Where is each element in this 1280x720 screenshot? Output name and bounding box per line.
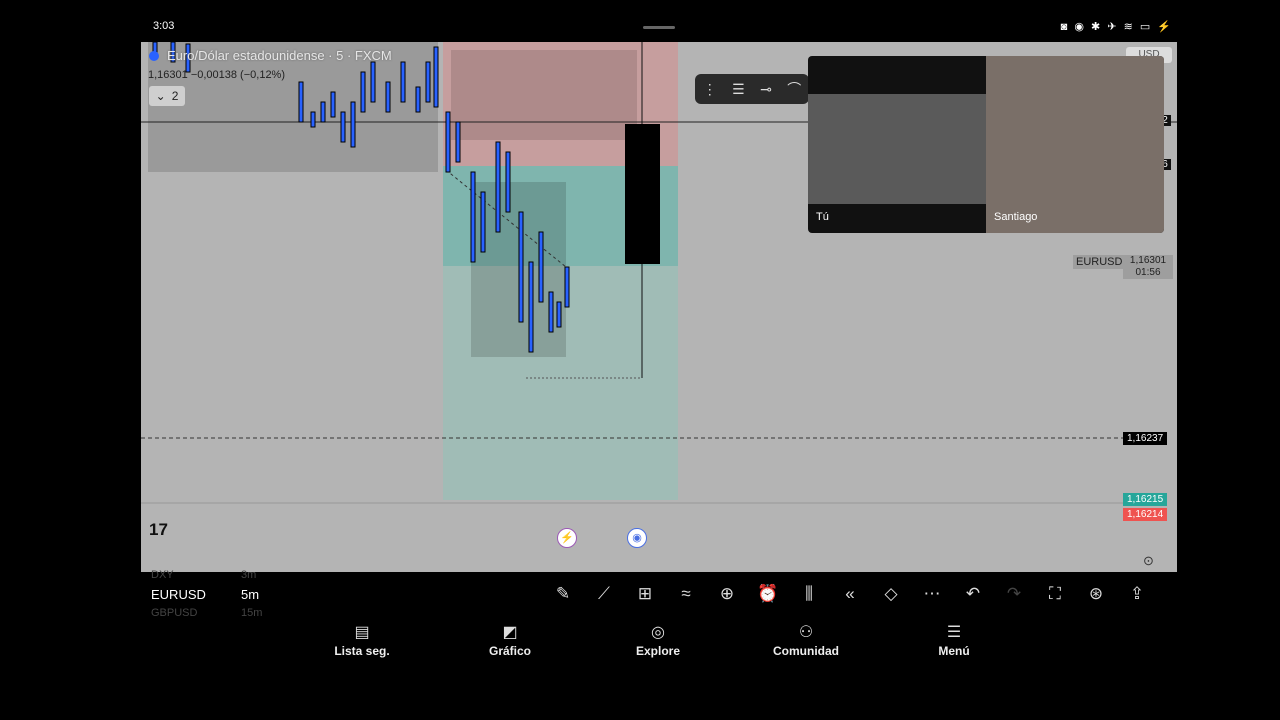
timeframe-next[interactable]: 15m	[241, 607, 262, 619]
candle	[518, 211, 524, 323]
ticker-selector[interactable]: EURUSD	[151, 587, 206, 602]
indicators-toggle[interactable]: ⌄ 2	[149, 86, 185, 106]
candle	[505, 151, 511, 213]
candle	[298, 81, 304, 123]
ticker-prev[interactable]: DXY	[151, 569, 174, 581]
settings-lines-icon[interactable]: ☰	[732, 81, 745, 98]
candle	[350, 101, 356, 148]
candle	[548, 291, 554, 333]
drawing-toolbar[interactable]: ⋮ ☰ ⊸ ⌒	[695, 74, 809, 104]
globe-icon[interactable]: ◉	[627, 528, 647, 548]
candle-timer: 01:56	[1135, 267, 1161, 278]
chart-indicators-icon[interactable]: ⟋	[592, 584, 616, 604]
price-change: 1,16301 −0,00138 (−0,12%)	[148, 69, 286, 81]
layers-icon[interactable]: ◇	[879, 584, 903, 604]
bottom-nav: ▤ Lista seg. ◩ Gráfico ◎ Explore ⚇ Comun…	[288, 622, 1028, 662]
candle	[433, 46, 439, 108]
candle	[415, 86, 421, 113]
big-candle	[625, 124, 660, 264]
candle	[330, 91, 336, 118]
candle	[470, 171, 476, 263]
eurusd-price: 1,16301	[1129, 255, 1167, 266]
candle	[495, 141, 501, 233]
status-icons: ◙ ◉ ✱ ✈ ≋ ▭ ⚡	[1060, 21, 1173, 33]
menu-icon: ☰	[946, 624, 962, 641]
tool-icons: ✎ ⟋ ⊞ ≈ ⊕ ⏰ ⫼ « ◇ ⋯ ↶ ↷ ⛶ ⊛ ⇪	[551, 584, 1149, 604]
symbol-dot	[149, 51, 159, 61]
share-icon[interactable]: ⇪	[1125, 584, 1149, 604]
line-style-icon[interactable]: ⊸	[760, 81, 772, 98]
nav-chart[interactable]: ◩ Gráfico	[436, 622, 584, 662]
nav-watchlist[interactable]: ▤ Lista seg.	[288, 622, 436, 662]
candle	[425, 61, 431, 103]
nav-chart-label: Gráfico	[488, 644, 531, 658]
plus-circle-icon[interactable]: ⊕	[715, 584, 739, 604]
ask-price-label: 1,16214	[1123, 508, 1168, 521]
chart-icon: ◩	[502, 624, 518, 641]
pencil-icon[interactable]: ✎	[551, 584, 575, 604]
eurusd-label: EURUSD	[1073, 255, 1126, 269]
nav-community[interactable]: ⚇ Comunidad	[732, 622, 880, 662]
self-name: Tú	[816, 211, 829, 223]
bid-price-label: 1,16215	[1123, 493, 1168, 506]
alarm-icon[interactable]: ⏰	[756, 584, 780, 604]
idea-icon[interactable]: ⊛	[1084, 584, 1108, 604]
nav-menu[interactable]: ☰ Menú	[880, 622, 1028, 662]
candle	[528, 261, 534, 353]
candles-icon[interactable]: ⫼	[797, 584, 821, 604]
more-icon[interactable]: ⋯	[920, 584, 944, 604]
indicator-count: 2	[171, 89, 179, 103]
video-call-overlay[interactable]: Tú Santiago	[808, 56, 1164, 233]
nav-community-label: Comunidad	[773, 644, 839, 658]
trend-lines-icon[interactable]: ≈	[674, 584, 698, 604]
nav-explore-label: Explore	[635, 644, 680, 658]
eurusd-price-box: 1,16301 01:56	[1123, 255, 1173, 279]
candle	[564, 266, 570, 308]
lightning-icon[interactable]: ⚡	[557, 528, 577, 548]
candle	[340, 111, 346, 143]
fullscreen-icon[interactable]: ⛶	[1043, 584, 1067, 604]
remote-name: Santiago	[994, 211, 1038, 223]
candle	[320, 101, 326, 123]
candle	[385, 81, 391, 113]
drag-handle-icon[interactable]: ⋮	[703, 81, 717, 98]
candle	[360, 71, 366, 113]
candle	[480, 191, 486, 253]
timeframe-prev[interactable]: 3m	[241, 569, 256, 581]
candle	[445, 111, 451, 173]
settings-icon[interactable]: ⊙	[1143, 553, 1154, 569]
candle	[370, 61, 376, 103]
nav-explore[interactable]: ◎ Explore	[584, 622, 732, 662]
path-icon[interactable]: ⌒	[787, 79, 801, 99]
candle	[455, 121, 461, 163]
self-video-tile	[808, 94, 986, 204]
redo-icon[interactable]: ↷	[1002, 584, 1026, 604]
top-handle[interactable]	[643, 26, 675, 29]
undo-icon[interactable]: ↶	[961, 584, 985, 604]
timeframe-selector[interactable]: 5m	[241, 587, 259, 602]
symbol-title[interactable]: Euro/Dólar estadounidense · 5 · FXCM	[167, 48, 392, 63]
dashed-price-label: 1,16237	[1123, 432, 1168, 445]
compass-icon: ◎	[651, 624, 665, 641]
rewind-icon[interactable]: «	[838, 584, 862, 604]
shade-box-1	[451, 50, 637, 140]
chevron-down-icon: ⌄	[155, 89, 166, 103]
candle	[556, 301, 562, 328]
candle	[538, 231, 544, 303]
ticker-next[interactable]: GBPUSD	[151, 607, 197, 619]
chart-bottom-toolbar: DXY EURUSD GBPUSD 3m 5m 15m ✎ ⟋ ⊞ ≈ ⊕ ⏰ …	[141, 569, 1177, 619]
candle	[400, 61, 406, 103]
status-time: 3:03	[153, 20, 175, 32]
candle	[310, 111, 316, 128]
list-icon: ▤	[354, 624, 370, 641]
grid-icon[interactable]: ⊞	[633, 584, 657, 604]
nav-menu-label: Menú	[938, 644, 970, 658]
remote-video-tile	[986, 56, 1164, 233]
nav-watchlist-label: Lista seg.	[334, 644, 390, 658]
tradingview-logo[interactable]: 17	[149, 520, 168, 540]
people-icon: ⚇	[798, 624, 814, 641]
